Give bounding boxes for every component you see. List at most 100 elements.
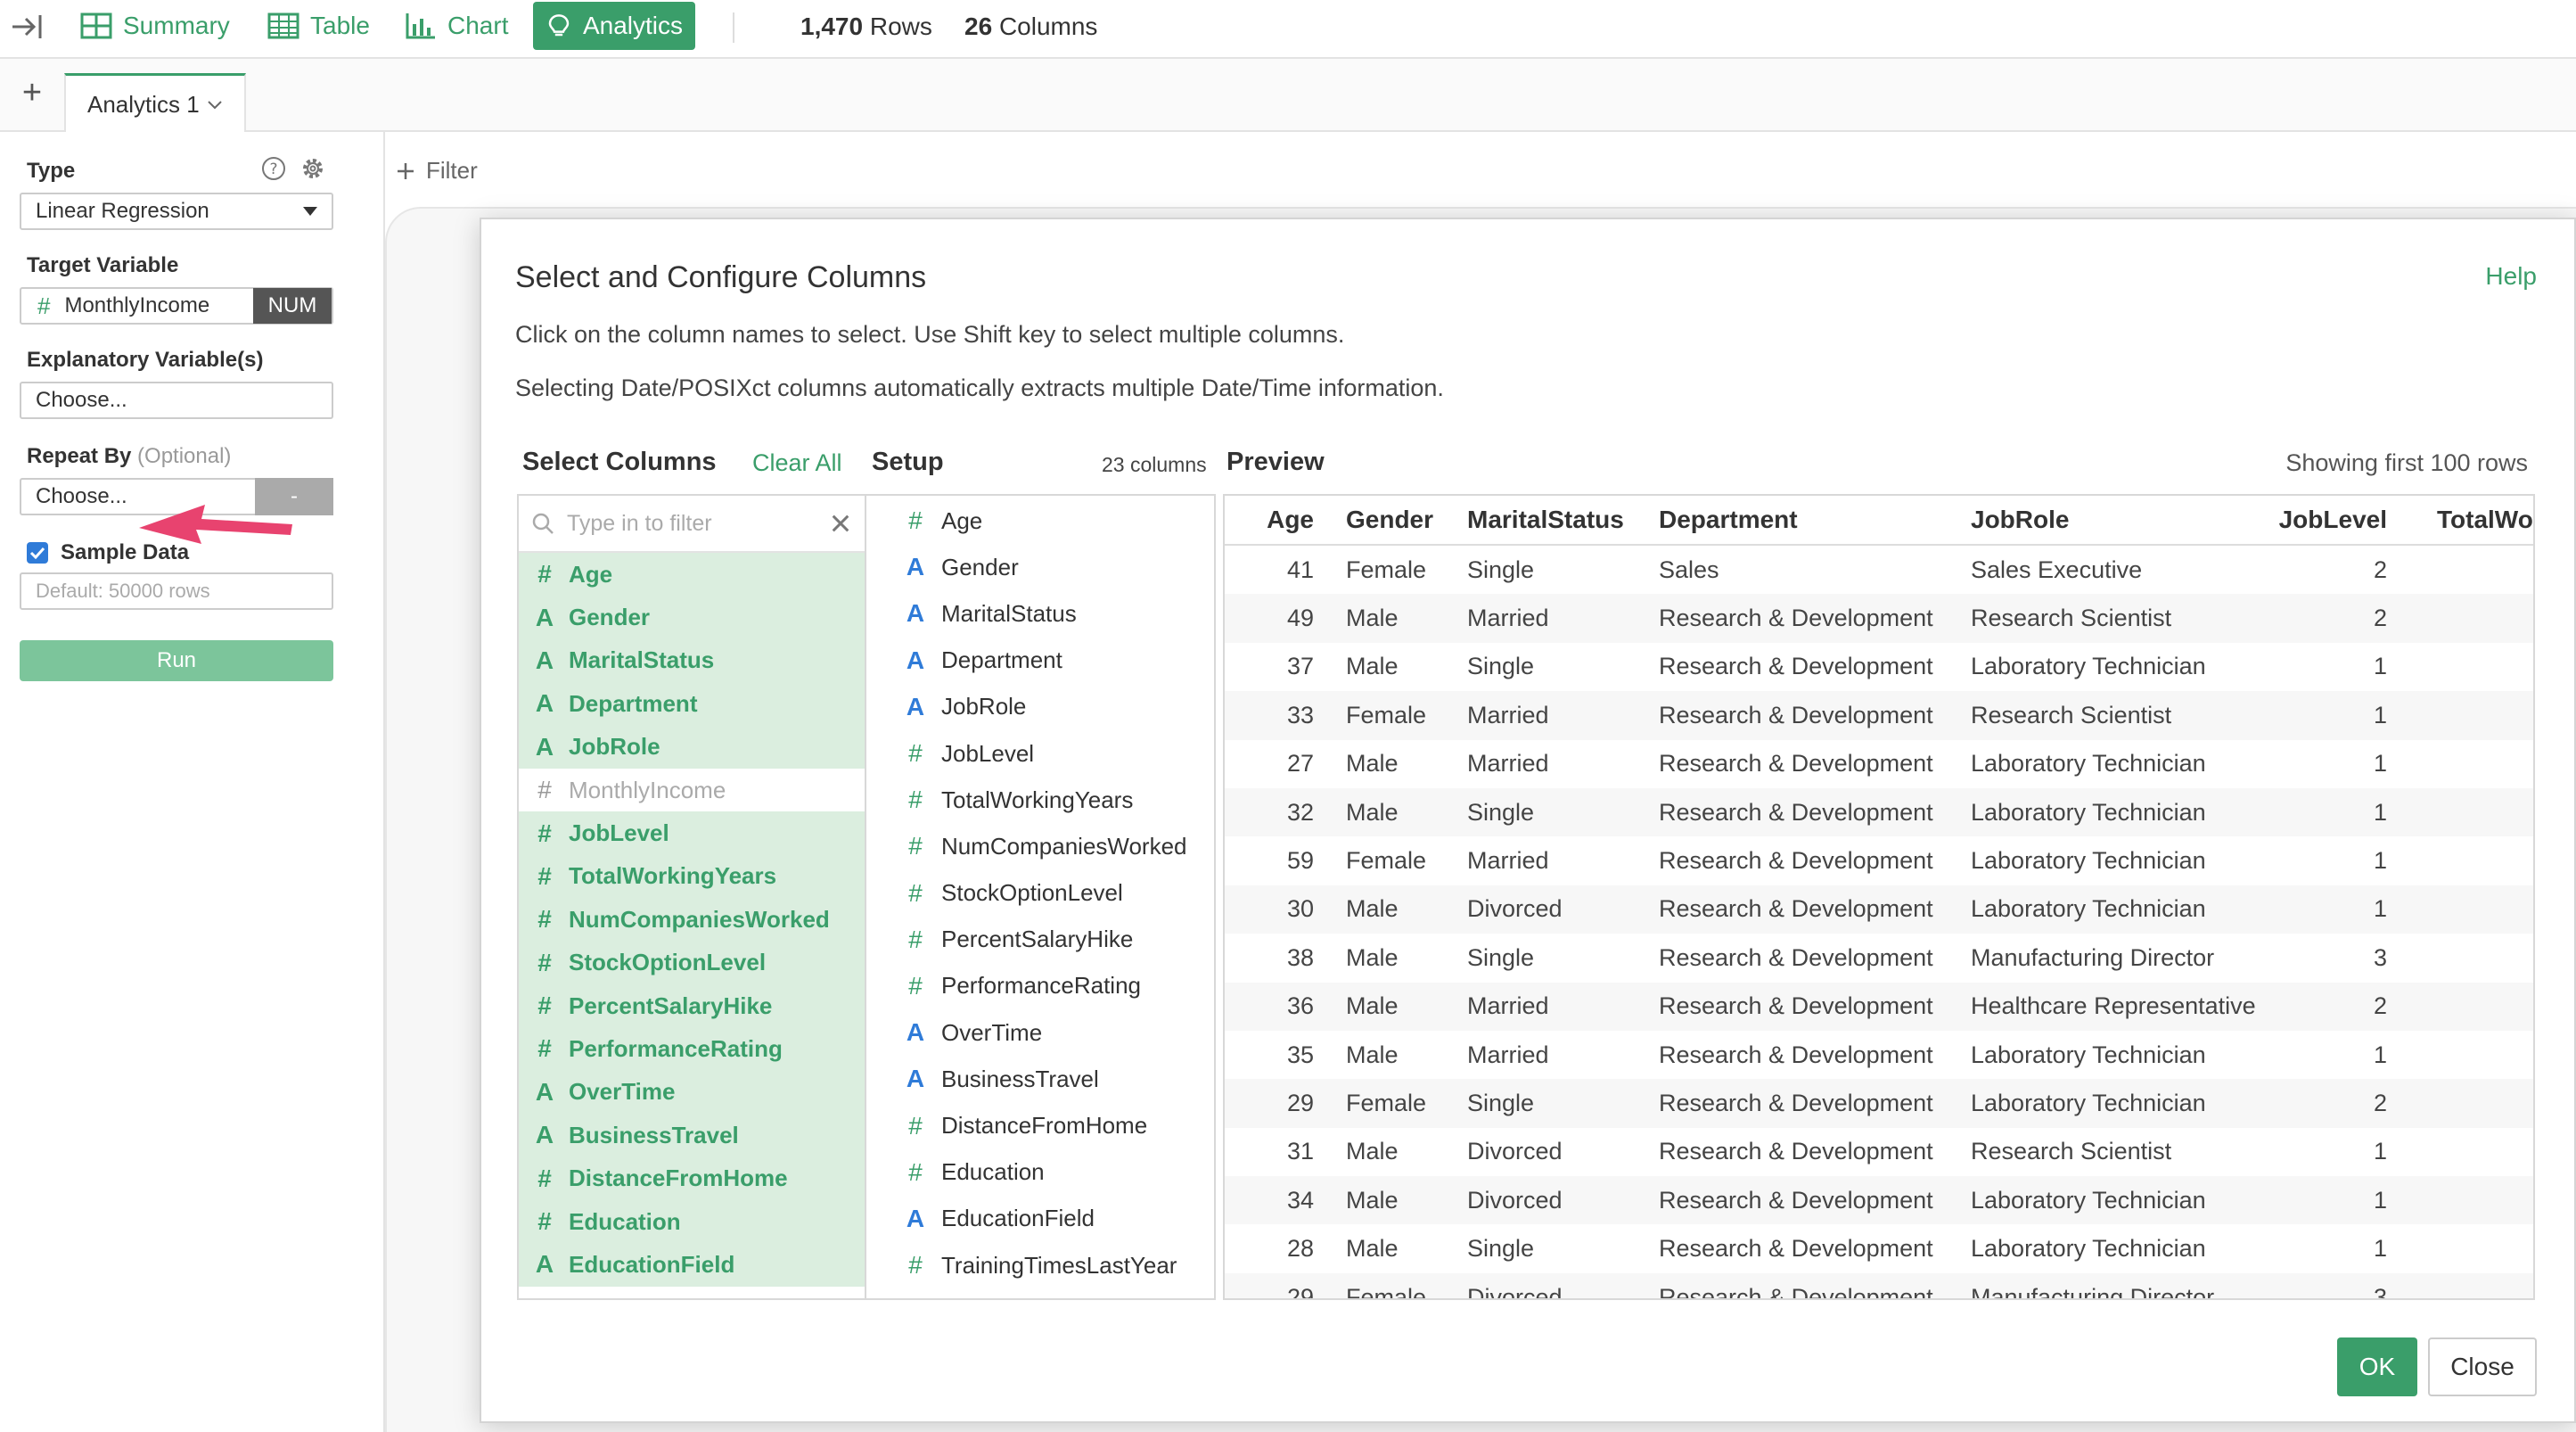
setup-columns-list: # Age A Gender A MaritalStatus A Department A Job… — [866, 494, 1216, 1300]
top-toolbar: Summary Table Chart Analytics 1,470 Rows… — [0, 0, 2576, 59]
table-cell: Research & Development — [1659, 1283, 1933, 1300]
setup-column-item[interactable]: A EducationField — [866, 1196, 1214, 1242]
table-cell: Divorced — [1467, 1186, 1563, 1214]
setup-column-item[interactable]: A Gender — [866, 544, 1214, 590]
select-column-label: MonthlyIncome — [569, 776, 726, 803]
setup-column-item[interactable]: # PercentSalaryHike — [866, 917, 1214, 963]
table-cell: 1 — [2373, 1138, 2387, 1165]
toolbar-analytics-button[interactable]: Analytics — [533, 2, 695, 50]
sample-size-input[interactable]: Default: 50000 rows — [20, 572, 333, 610]
close-button[interactable]: Close — [2428, 1337, 2537, 1396]
table-cell: Research & Development — [1659, 943, 1933, 971]
repeat-by-label: Repeat By (Optional) — [27, 444, 232, 468]
select-column-label: Gender — [569, 604, 651, 631]
toolbar-table-button[interactable]: Table — [255, 2, 382, 50]
tab-analytics-1[interactable]: Analytics 1 — [64, 73, 246, 134]
select-column-item[interactable]: A MaritalStatus — [519, 638, 865, 683]
select-column-item[interactable]: A Department — [519, 682, 865, 726]
table-cell: Research & Development — [1659, 653, 1933, 680]
help-link[interactable]: Help — [2485, 262, 2537, 291]
select-column-label: StockOptionLevel — [569, 949, 767, 976]
optional-hint: (Optional) — [137, 444, 232, 468]
preview-column-header: JobLevel — [2278, 506, 2387, 533]
tab-label: Analytics 1 — [87, 91, 200, 118]
explanatory-variables-chooser[interactable]: Choose... — [20, 382, 333, 419]
table-cell: Male — [1346, 1186, 1399, 1214]
select-column-item[interactable]: # MonthlyIncome — [519, 768, 865, 812]
select-column-item[interactable]: A Gender — [519, 596, 865, 639]
target-variable-field[interactable]: # MonthlyIncome NUM — [20, 287, 333, 325]
add-filter-button[interactable]: Filter — [396, 157, 478, 185]
add-tab-button[interactable]: + — [16, 75, 48, 111]
run-button[interactable]: Run — [20, 640, 333, 681]
table-row: 29 Female Divorced Research & Development Ma… — [1225, 1272, 2533, 1300]
setup-column-item[interactable]: # Education — [866, 1149, 1214, 1196]
select-column-item[interactable]: # Education — [519, 1199, 865, 1244]
setup-column-count: 23 columns — [1102, 453, 1207, 476]
setup-column-item[interactable]: A MaritalStatus — [866, 590, 1214, 637]
analysis-type-select[interactable]: Linear Regression — [20, 193, 333, 230]
select-column-item[interactable]: # JobLevel — [519, 811, 865, 855]
table-row: 49 Male Married Research & Development Resea… — [1225, 594, 2533, 643]
setup-column-item[interactable]: # JobLevel — [866, 730, 1214, 777]
table-cell: Male — [1346, 1041, 1399, 1068]
setup-column-item[interactable]: # TotalWorkingYears — [866, 777, 1214, 823]
select-column-item[interactable]: # StockOptionLevel — [519, 941, 865, 984]
toolbar-chart-button[interactable]: Chart — [392, 2, 521, 50]
toolbar-summary-button[interactable]: Summary — [68, 2, 242, 50]
column-filter-input[interactable]: Type in to filter — [519, 496, 865, 553]
setup-column-item[interactable]: # TrainingTimesLastYear — [866, 1242, 1214, 1288]
columns-count: 26 Columns — [964, 12, 1098, 40]
numeric-type-icon: # — [37, 292, 51, 319]
setup-column-item[interactable]: A Department — [866, 638, 1214, 684]
clear-all-link[interactable]: Clear All — [752, 449, 842, 477]
character-type-icon: A — [906, 1065, 925, 1093]
table-cell: 34 — [1286, 1186, 1314, 1214]
table-cell: 1 — [2373, 847, 2387, 875]
select-column-label: MaritalStatus — [569, 646, 715, 674]
ok-button[interactable]: OK — [2337, 1337, 2417, 1396]
select-column-item[interactable]: # NumCompaniesWorked — [519, 898, 865, 942]
select-column-item[interactable]: A BusinessTravel — [519, 1114, 865, 1157]
select-column-item[interactable]: # PercentSalaryHike — [519, 983, 865, 1028]
collapse-panel-icon[interactable] — [9, 9, 45, 45]
select-column-item[interactable]: A EducationField — [519, 1243, 865, 1287]
table-cell: Married — [1467, 992, 1549, 1020]
setup-column-item[interactable]: # StockOptionLevel — [866, 870, 1214, 917]
setup-column-item[interactable]: A BusinessTravel — [866, 1056, 1214, 1102]
select-column-item[interactable]: # PerformanceRating — [519, 1027, 865, 1071]
setup-column-item[interactable]: # DistanceFromHome — [866, 1102, 1214, 1148]
select-column-item[interactable]: A JobRole — [519, 725, 865, 769]
gear-icon[interactable] — [299, 155, 326, 182]
setup-column-item[interactable]: A OverTime — [866, 1009, 1214, 1056]
table-cell: Research & Development — [1659, 895, 1933, 923]
table-cell: 1 — [2373, 1041, 2387, 1068]
select-column-item[interactable]: # TotalWorkingYears — [519, 854, 865, 899]
sample-data-checkbox[interactable] — [27, 542, 48, 564]
setup-column-item[interactable]: # NumCompaniesWorked — [866, 823, 1214, 869]
table-row: 32 Male Single Research & Development Labora… — [1225, 787, 2533, 837]
table-cell: 32 — [1286, 798, 1314, 826]
numeric-type-icon: # — [908, 832, 923, 860]
close-icon[interactable] — [829, 512, 852, 535]
setup-column-label: Department — [941, 646, 1062, 674]
setup-column-item[interactable]: # PerformanceRating — [866, 963, 1214, 1009]
table-cell: 30 — [1286, 895, 1314, 923]
table-cell: Laboratory Technician — [1971, 798, 2206, 826]
type-label: Type — [27, 159, 76, 183]
table-cell: Manufacturing Director — [1971, 1283, 2215, 1300]
table-cell: 1 — [2373, 653, 2387, 680]
table-cell: 28 — [1286, 1235, 1314, 1263]
character-type-icon: A — [906, 646, 925, 674]
table-cell: Divorced — [1467, 895, 1563, 923]
preview-heading: Preview — [1226, 448, 1325, 476]
setup-column-item[interactable]: A JobRole — [866, 684, 1214, 730]
select-column-item[interactable]: # Age — [519, 553, 865, 597]
table-row: 38 Male Single Research & Development Manufa… — [1225, 934, 2533, 982]
help-icon[interactable]: ? — [260, 155, 287, 182]
preview-table: Age Gender MaritalStatus Department JobRole J… — [1223, 494, 2535, 1300]
select-column-item[interactable]: A OverTime — [519, 1070, 865, 1115]
select-column-item[interactable]: # DistanceFromHome — [519, 1156, 865, 1200]
table-cell: Research & Development — [1659, 1235, 1933, 1263]
setup-column-item[interactable]: # Age — [866, 498, 1214, 544]
